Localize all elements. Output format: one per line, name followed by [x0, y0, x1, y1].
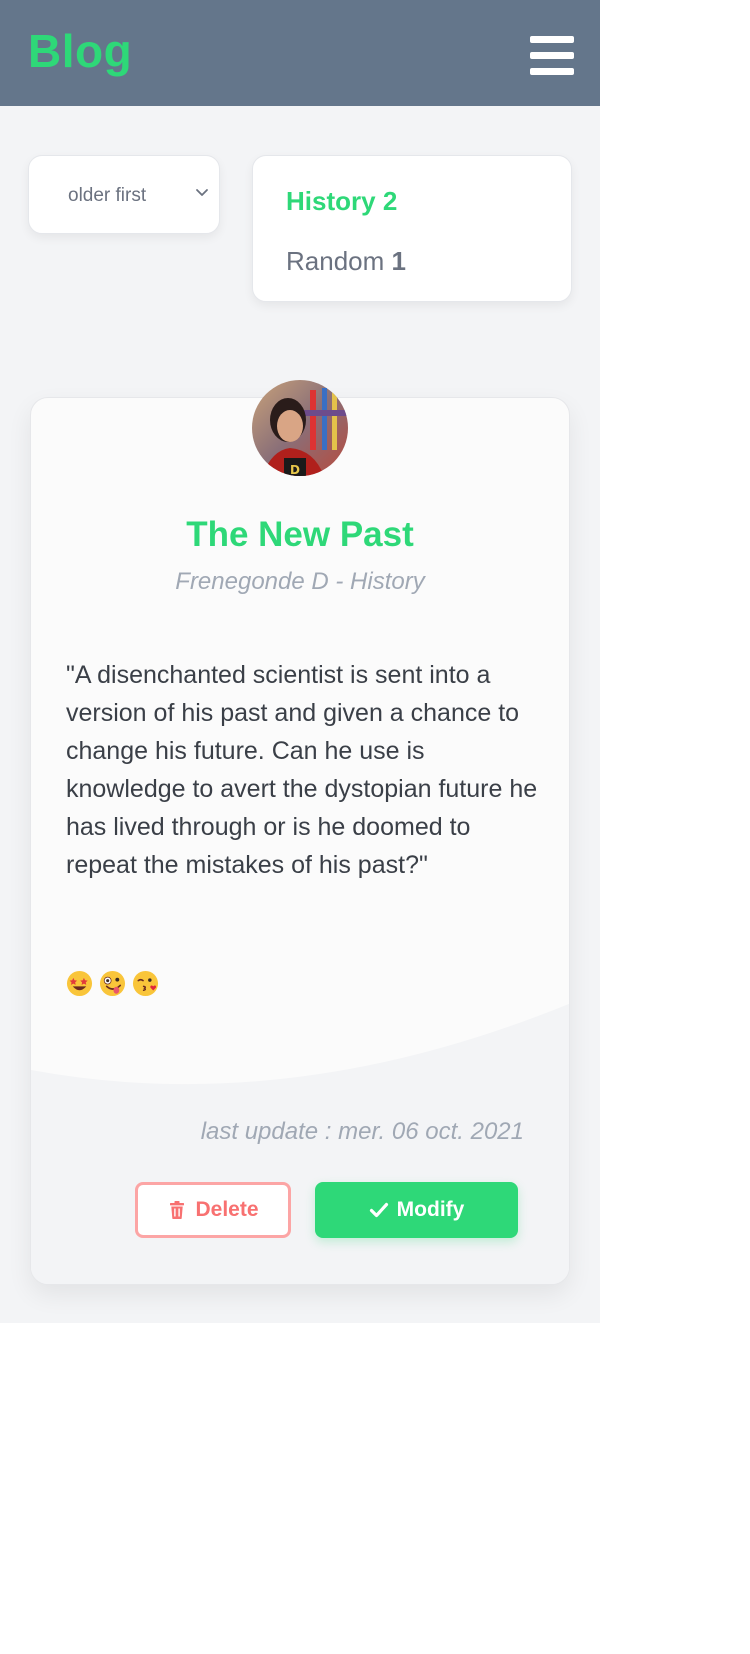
- category-item-history[interactable]: History 2: [286, 186, 397, 217]
- post-author-category: Frenegonde D - History: [175, 568, 425, 595]
- zany-face-emoji-icon: [99, 970, 126, 997]
- chevron-down-icon: [196, 189, 208, 196]
- brand-logo[interactable]: Blog: [28, 24, 132, 78]
- sort-order-select[interactable]: older first: [28, 155, 220, 234]
- category-item-random[interactable]: Random 1: [286, 246, 406, 277]
- svg-text:D: D: [290, 463, 300, 476]
- modify-button-label: Modify: [396, 1198, 465, 1221]
- check-icon: [369, 1202, 388, 1218]
- hamburger-menu-icon[interactable]: [530, 36, 574, 76]
- trash-icon: [170, 1201, 185, 1219]
- category-name: History: [286, 186, 376, 216]
- face-blowing-kiss-emoji-icon: [132, 970, 159, 997]
- last-update-text: last update : mer. 06 oct. 2021: [200, 1118, 524, 1145]
- navbar: Blog: [0, 0, 600, 106]
- post-title: The New Past: [186, 515, 414, 554]
- delete-button[interactable]: Delete: [135, 1182, 291, 1238]
- sort-selected-value: older first: [68, 185, 147, 206]
- category-name: Random: [286, 246, 385, 276]
- category-count: 2: [382, 186, 398, 216]
- category-filter-list: History 2 Random 1: [252, 155, 572, 302]
- category-count: 1: [391, 246, 406, 276]
- modify-button[interactable]: Modify: [315, 1182, 518, 1238]
- emoji-reactions: [66, 970, 159, 998]
- delete-button-label: Delete: [195, 1198, 259, 1221]
- post-body: "A disenchanted scientist is sent into a…: [66, 661, 538, 879]
- author-avatar: D: [252, 380, 348, 476]
- star-struck-emoji-icon: [66, 970, 93, 997]
